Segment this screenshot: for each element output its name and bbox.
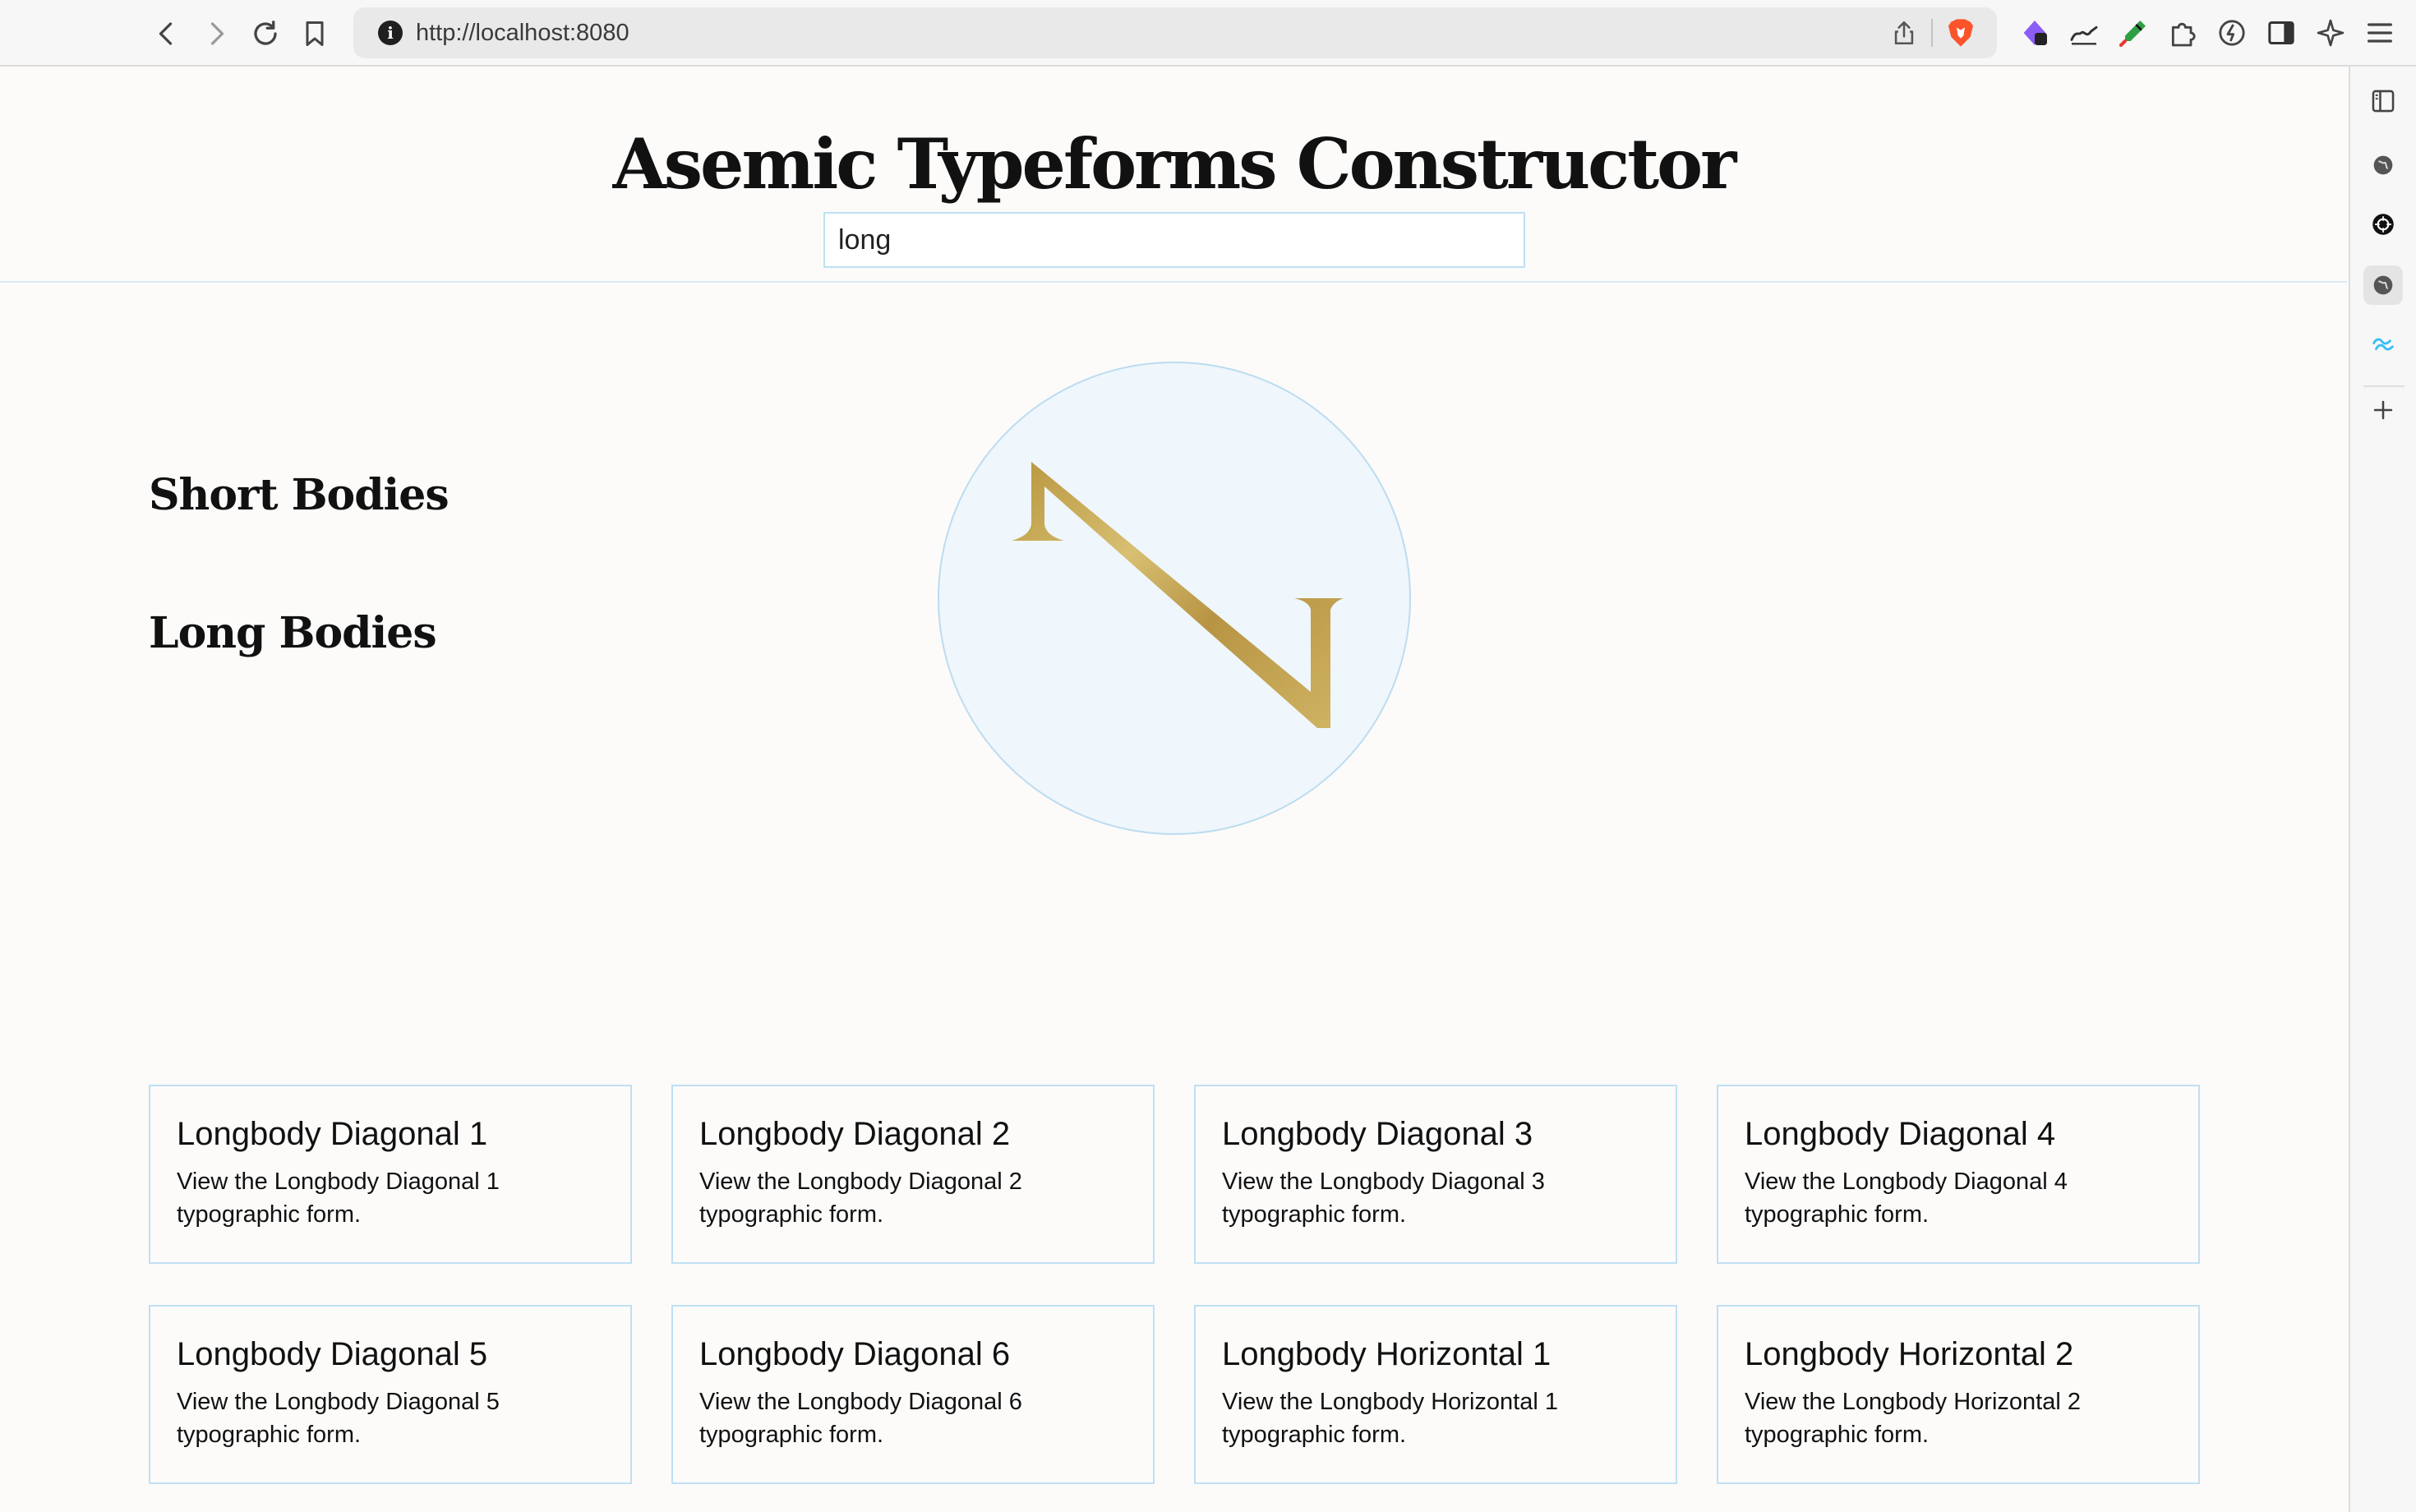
card-description: View the Longbody Horizontal 1 typograph… [1222, 1389, 1558, 1448]
globe-icon [2373, 275, 2393, 295]
short-bodies-heading: Short Bodies [149, 470, 450, 520]
page-viewport: Asemic Typeforms Constructor Short Bodie… [0, 67, 2347, 1512]
reload-button[interactable] [245, 13, 286, 54]
form-card[interactable]: Longbody Diagonal 5 View the Longbody Di… [149, 1305, 632, 1484]
card-description: View the Longbody Diagonal 6 typographic… [699, 1389, 1022, 1448]
sidebar-toggle-icon[interactable] [2265, 16, 2298, 49]
signature-extension-icon[interactable] [2068, 16, 2100, 49]
card-title: Longbody Horizontal 1 [1222, 1336, 1551, 1372]
sidebar-openai[interactable] [2363, 205, 2403, 244]
sidebar-add-button[interactable] [2363, 390, 2403, 430]
globe-icon [2373, 155, 2393, 175]
forward-button[interactable] [196, 13, 237, 54]
url-divider [1931, 19, 1933, 47]
panel-icon [2372, 90, 2395, 113]
leo-ai-icon[interactable] [2215, 16, 2248, 49]
card-title: Longbody Diagonal 6 [699, 1336, 1011, 1372]
bookmark-button[interactable] [294, 13, 335, 54]
plus-icon [2373, 400, 2393, 420]
card-title: Longbody Horizontal 2 [1745, 1336, 2074, 1372]
card-description: View the Longbody Diagonal 2 typographic… [699, 1169, 1022, 1228]
form-card[interactable]: Longbody Diagonal 4 View the Longbody Di… [1717, 1085, 2200, 1264]
browser-sidebar [2349, 67, 2416, 1512]
tailwind-icon [2372, 338, 2394, 351]
browser-toolbar: i http://localhost:8080 [0, 0, 2416, 67]
color-picker-extension-icon[interactable] [2117, 16, 2150, 49]
card-description: View the Longbody Diagonal 3 typographic… [1222, 1169, 1545, 1228]
brave-shields-icon[interactable] [1944, 16, 1977, 49]
form-card[interactable]: Longbody Diagonal 6 View the Longbody Di… [671, 1305, 1155, 1484]
sidebar-site-1[interactable] [2363, 145, 2403, 185]
form-card[interactable]: Longbody Diagonal 1 View the Longbody Di… [149, 1085, 632, 1264]
card-title: Longbody Diagonal 5 [177, 1336, 488, 1372]
form-card[interactable]: Longbody Diagonal 3 View the Longbody Di… [1194, 1085, 1677, 1264]
sidebar-site-2[interactable] [2363, 265, 2403, 305]
wallet-extension-icon[interactable] [2018, 16, 2051, 49]
card-description: View the Longbody Diagonal 4 typographic… [1745, 1169, 2068, 1228]
card-title: Longbody Diagonal 1 [177, 1116, 488, 1152]
card-title: Longbody Diagonal 4 [1745, 1116, 2056, 1152]
url-text[interactable]: http://localhost:8080 [416, 20, 629, 47]
sidebar-tailwind[interactable] [2363, 325, 2403, 364]
address-bar[interactable]: i http://localhost:8080 [353, 7, 1997, 58]
extensions-puzzle-icon[interactable] [2166, 16, 2199, 49]
form-card[interactable]: Longbody Diagonal 2 View the Longbody Di… [671, 1085, 1155, 1264]
back-arrow-icon [159, 22, 173, 45]
card-description: View the Longbody Horizontal 2 typograph… [1745, 1389, 2081, 1448]
reload-icon [254, 21, 277, 45]
form-card[interactable]: Longbody Horizontal 1 View the Longbody … [1194, 1305, 1677, 1484]
openai-icon [2372, 214, 2394, 235]
site-info-icon[interactable]: i [378, 21, 403, 45]
card-title: Longbody Diagonal 3 [1222, 1116, 1533, 1152]
card-description: View the Longbody Diagonal 5 typographic… [177, 1389, 500, 1448]
glyph-preview-circle [938, 362, 1411, 835]
card-description: View the Longbody Diagonal 1 typographic… [177, 1169, 500, 1228]
longbody-diagonal-glyph [1012, 462, 1344, 728]
sparkle-ai-icon[interactable] [2314, 16, 2347, 49]
site-header: Asemic Typeforms Constructor [0, 67, 2347, 283]
share-icon[interactable] [1890, 19, 1918, 47]
sidebar-separator [2363, 385, 2404, 387]
search-input[interactable] [823, 212, 1525, 268]
sidebar-panel-button[interactable] [2363, 81, 2403, 121]
long-bodies-heading: Long Bodies [149, 608, 437, 658]
menu-hamburger-icon[interactable] [2363, 16, 2396, 49]
card-title: Longbody Diagonal 2 [699, 1116, 1011, 1152]
form-card[interactable]: Longbody Horizontal 2 View the Longbody … [1717, 1305, 2200, 1484]
page-title: Asemic Typeforms Constructor [612, 123, 1737, 205]
forward-arrow-icon [210, 22, 224, 45]
bookmark-icon [306, 21, 324, 46]
back-button[interactable] [146, 13, 187, 54]
